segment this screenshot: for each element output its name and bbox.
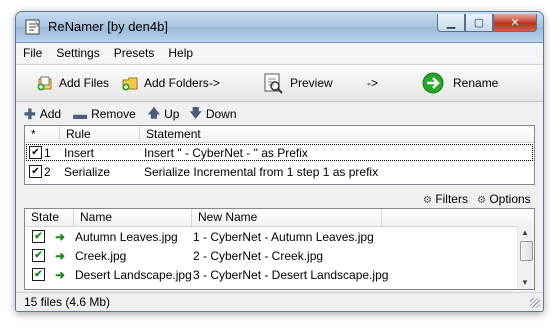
status-text: 15 files (4.6 Mb): [24, 295, 111, 309]
toolbar-arrow-1: ->: [209, 76, 221, 90]
rules-table: * Rule Statement ✔ 1 Insert Insert " - C…: [24, 125, 535, 185]
filters-label: Filters: [435, 192, 468, 206]
scroll-up-icon[interactable]: ▲: [521, 228, 529, 237]
preview-icon: [264, 73, 283, 94]
toolbar-arrow-2: ->: [367, 76, 379, 90]
rule-number: 1: [44, 145, 51, 160]
remove-rule-label: Remove: [91, 107, 136, 121]
app-icon: [25, 19, 40, 35]
rename-icon: [422, 72, 444, 94]
menu-settings[interactable]: Settings: [49, 46, 106, 60]
rule-column-header[interactable]: Rule: [60, 126, 140, 142]
minus-icon: ▬: [73, 106, 88, 122]
maximize-icon: ▢: [473, 17, 485, 29]
minimize-button[interactable]: ▁: [437, 14, 465, 32]
renamer-window: ReNamer [by den4b] ▁ ▢ ✕ File Settings P…: [15, 11, 544, 312]
up-arrow-icon: 🡅: [147, 105, 161, 120]
rule-statement: Serialize Incremental from 1 step 1 as p…: [144, 164, 379, 179]
file-new-name: 2 - CyberNet - Creek.jpg: [193, 248, 324, 263]
file-name: Creek.jpg: [75, 248, 127, 263]
remove-rule-button[interactable]: ▬ Remove: [73, 106, 136, 122]
file-row[interactable]: ✔ ➜ Desert Landscape.jpg 3 - CyberNet - …: [25, 265, 534, 284]
file-name: Desert Landscape.jpg: [75, 267, 192, 282]
rules-header: * Rule Statement: [25, 126, 534, 143]
state-arrow-icon: ➜: [55, 267, 66, 282]
rename-button[interactable]: Rename: [421, 65, 498, 101]
plus-icon: ✚: [24, 105, 36, 122]
add-folders-button[interactable]: Add Folders: [121, 65, 209, 101]
rule-statement: Insert " - CyberNet - " as Prefix: [144, 145, 308, 160]
files-header: State Name New Name: [25, 209, 534, 227]
menu-help[interactable]: Help: [161, 46, 200, 60]
title-bar[interactable]: ReNamer [by den4b] ▁ ▢ ✕: [16, 12, 543, 43]
filters-icon: ⚙: [423, 195, 432, 206]
file-new-name: 3 - CyberNet - Desert Landscape.jpg: [193, 267, 389, 282]
add-rule-label: Add: [39, 107, 62, 121]
preview-label: Preview: [290, 76, 333, 90]
rename-label: Rename: [453, 76, 499, 90]
main-toolbar: Add Files Add Folders -> Preview -> Rena…: [16, 64, 543, 102]
menu-file[interactable]: File: [16, 46, 49, 60]
file-row[interactable]: ✔ ➜ Autumn Leaves.jpg 1 - CyberNet - Aut…: [25, 227, 534, 246]
close-button[interactable]: ✕: [493, 14, 537, 32]
down-arrow-icon: 🡇: [189, 105, 202, 120]
new-name-column-header[interactable]: New Name: [192, 209, 382, 226]
rule-name: Insert: [64, 145, 95, 160]
rule-row[interactable]: ✔ 1 Insert Insert " - CyberNet - " as Pr…: [25, 143, 534, 162]
resize-grip[interactable]: [530, 298, 540, 308]
move-down-label: Down: [205, 107, 237, 121]
menu-presets[interactable]: Presets: [107, 46, 162, 60]
name-column-header[interactable]: Name: [74, 209, 192, 226]
state-arrow-icon: ➜: [55, 229, 66, 244]
files-toolbar: ⚙ Filters ⚙ Options: [16, 188, 543, 208]
file-checkbox[interactable]: ✔: [32, 249, 45, 262]
sort-column-header[interactable]: *: [25, 126, 60, 142]
add-files-button[interactable]: Add Files: [36, 65, 109, 101]
add-files-label: Add Files: [59, 76, 110, 90]
preview-button[interactable]: Preview: [261, 65, 333, 101]
minimize-icon: ▁: [446, 17, 456, 29]
rules-toolbar: ✚ Add ▬ Remove 🡅 Up 🡇 Down: [16, 104, 543, 124]
move-up-button[interactable]: 🡅 Up: [148, 104, 180, 125]
filters-button[interactable]: ⚙ Filters: [423, 192, 468, 206]
rule-checkbox[interactable]: ✔: [29, 165, 42, 178]
files-table: State Name New Name ✔ ➜ Autumn Leaves.jp…: [24, 208, 535, 290]
files-scrollbar[interactable]: ▲ ▼: [517, 226, 534, 289]
file-name: Autumn Leaves.jpg: [75, 229, 178, 244]
statement-column-header[interactable]: Statement: [140, 126, 534, 142]
options-icon: ⚙: [477, 195, 486, 206]
options-label: Options: [489, 192, 531, 206]
rule-checkbox[interactable]: ✔: [29, 146, 42, 159]
file-row[interactable]: ✔ ➜ Creek.jpg 2 - CyberNet - Creek.jpg: [25, 246, 534, 265]
scroll-down-icon[interactable]: ▼: [521, 278, 529, 287]
extra-column-header: [382, 209, 534, 226]
rule-row[interactable]: ✔ 2 Serialize Serialize Incremental from…: [25, 162, 534, 181]
add-files-icon: [37, 76, 52, 91]
state-arrow-icon: ➜: [55, 248, 66, 263]
add-folders-label: Add Folders: [144, 76, 209, 90]
state-column-header[interactable]: State: [25, 209, 74, 226]
options-button[interactable]: ⚙ Options: [477, 192, 531, 206]
move-up-label: Up: [164, 107, 180, 121]
file-new-name: 1 - CyberNet - Autumn Leaves.jpg: [193, 229, 374, 244]
close-icon: ✕: [510, 17, 520, 29]
scroll-thumb[interactable]: [520, 241, 533, 261]
window-title: ReNamer [by den4b]: [48, 19, 168, 34]
move-down-button[interactable]: 🡇 Down: [189, 104, 236, 125]
rule-name: Serialize: [64, 164, 111, 179]
add-rule-button[interactable]: ✚ Add: [24, 106, 61, 123]
file-checkbox[interactable]: ✔: [32, 230, 45, 243]
rule-number: 2: [44, 164, 51, 179]
status-bar: 15 files (4.6 Mb): [16, 292, 543, 311]
menu-bar: File Settings Presets Help: [16, 43, 543, 63]
maximize-button[interactable]: ▢: [465, 14, 493, 32]
file-checkbox[interactable]: ✔: [32, 268, 45, 281]
add-folders-icon: [122, 77, 138, 91]
